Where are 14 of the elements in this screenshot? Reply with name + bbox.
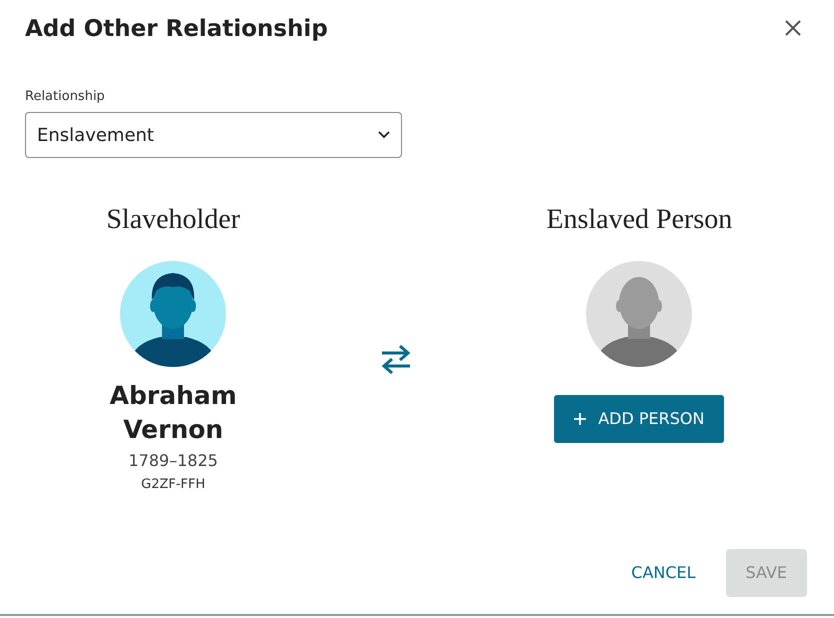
dialog-title: Add Other Relationship [25, 15, 328, 44]
add-person-button[interactable]: ADD PERSON [554, 395, 724, 443]
chevron-down-icon [378, 131, 390, 139]
relationship-select[interactable]: Enslavement [25, 112, 402, 158]
person-id: G2ZF-FFH [141, 476, 206, 494]
role-heading: Slaveholder [106, 203, 240, 237]
cancel-button[interactable]: CANCEL [631, 549, 696, 597]
person-lifespan: 1789–1825 [128, 450, 218, 472]
person-name: Abraham Vernon [108, 380, 238, 446]
close-icon[interactable] [783, 18, 803, 38]
role-heading: Enslaved Person [546, 203, 732, 237]
plus-icon [574, 413, 586, 425]
swap-icon[interactable] [380, 343, 412, 375]
field-label: Relationship [25, 88, 106, 106]
